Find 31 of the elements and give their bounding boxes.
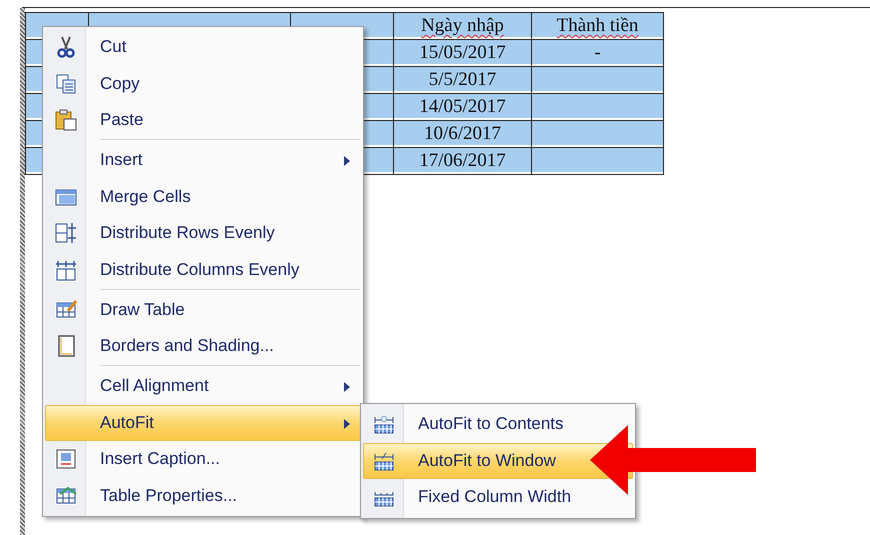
menu-item[interactable]: Draw Table <box>45 292 361 328</box>
menu-item[interactable]: Cut <box>45 29 361 66</box>
table-cell: - <box>532 40 664 66</box>
menu-item[interactable]: Distribute Rows Evenly <box>45 215 361 252</box>
menu-item[interactable]: AutoFit to Contents <box>363 406 633 442</box>
column-header: Ngày nhập <box>394 12 532 40</box>
menu-item[interactable]: Paste <box>45 102 361 142</box>
table-cell: 17/06/2017 <box>394 148 532 174</box>
menu-item[interactable]: Borders and Shading... <box>45 328 361 368</box>
table-cell: 14/05/2017 <box>394 94 532 120</box>
submenu-arrow-icon <box>344 156 350 166</box>
column-header: Thành tiền <box>532 12 664 40</box>
table-cell: 10/6/2017 <box>394 120 532 148</box>
table-cell: 15/05/2017 <box>394 40 532 66</box>
paste-icon <box>54 108 78 132</box>
table-cell: 5/5/2017 <box>394 66 532 94</box>
arrow-icon <box>590 425 756 495</box>
menu-item[interactable]: Table Properties... <box>45 478 361 514</box>
menu-item[interactable]: Copy <box>45 66 361 102</box>
menu-item[interactable]: Distribute Columns Evenly <box>45 252 361 292</box>
copy-icon <box>54 72 78 96</box>
menu-item[interactable]: Cell Alignment <box>45 368 361 404</box>
caption-icon <box>54 447 78 472</box>
menu-item[interactable]: Merge Cells <box>45 178 361 215</box>
menu-item[interactable]: Fixed Column Width <box>363 479 633 516</box>
menu-item[interactable]: Insert Caption... <box>45 441 361 478</box>
menu-item[interactable]: AutoFit <box>45 404 361 441</box>
menu-item[interactable]: Insert <box>45 142 361 178</box>
submenu-arrow-icon <box>344 382 350 392</box>
distribute-rows-icon <box>54 221 78 246</box>
submenu-arrow-icon <box>344 418 350 428</box>
